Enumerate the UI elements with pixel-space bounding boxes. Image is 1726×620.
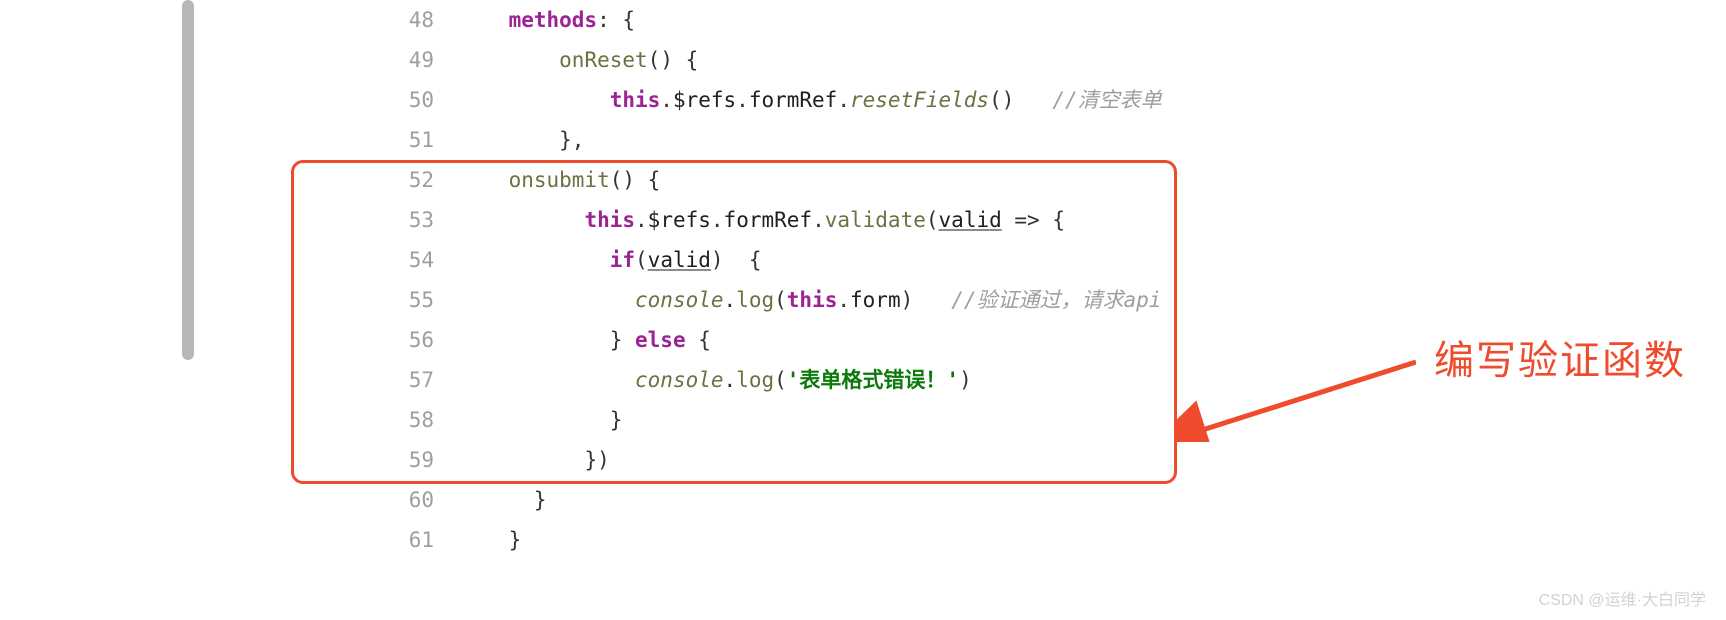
token-this: this (610, 88, 661, 112)
token-punct: : { (597, 8, 635, 32)
token-string: '表单格式错误！' (787, 368, 959, 392)
token-punct: . (635, 208, 648, 232)
code-line: this.$refs.formRef.resetFields() //清空表单 (458, 80, 1726, 120)
token-punct: () { (610, 168, 661, 192)
vertical-scrollbar[interactable] (180, 0, 196, 620)
token-keyword: else (635, 328, 686, 352)
code-line: this.$refs.formRef.validate(valid => { (458, 200, 1726, 240)
token-prop: formRef (749, 88, 838, 112)
token-param: valid (939, 208, 1002, 232)
token-punct: ) (959, 368, 972, 392)
code-line: console.log(this.form) //验证通过，请求api (458, 280, 1726, 320)
line-number-column: 48 49 50 51 52 53 54 55 56 57 58 59 60 6… (380, 0, 452, 560)
token-punct: . (660, 88, 673, 112)
code-line: }) (458, 440, 1726, 480)
line-number: 55 (380, 280, 434, 320)
token-punct: . (724, 288, 737, 312)
token-punct: } (610, 328, 635, 352)
token-method: resetFields (850, 88, 989, 112)
token-console: console (635, 368, 724, 392)
line-number: 56 (380, 320, 434, 360)
token-punct: . (711, 208, 724, 232)
token-punct: }, (559, 128, 584, 152)
token-method: log (736, 288, 774, 312)
watermark: CSDN @运维·大白同学 (1539, 586, 1706, 610)
token-comment: //清空表单 (1052, 88, 1161, 112)
code-line: onsubmit() { (458, 160, 1726, 200)
token-punct: ) (901, 288, 914, 312)
token-punct: . (837, 88, 850, 112)
token-punct: . (724, 368, 737, 392)
token-method: log (736, 368, 774, 392)
code-line: } (458, 480, 1726, 520)
line-number: 54 (380, 240, 434, 280)
token-keyword: if (610, 248, 635, 272)
token-prop: formRef (724, 208, 813, 232)
code-line: } (458, 400, 1726, 440)
scrollbar-thumb[interactable] (182, 0, 194, 360)
token-keyword: methods (509, 8, 598, 32)
line-number: 50 (380, 80, 434, 120)
code-line: methods: { (458, 0, 1726, 40)
line-number: 53 (380, 200, 434, 240)
token-punct: }) (584, 448, 609, 472)
code-line: console.log('表单格式错误！') (458, 360, 1726, 400)
token-var: valid (648, 248, 711, 272)
token-method: validate (825, 208, 926, 232)
token-comment: //验证通过，请求api (951, 288, 1161, 312)
token-punct: => { (1002, 208, 1065, 232)
token-punct: . (812, 208, 825, 232)
token-punct: ( (926, 208, 939, 232)
token-punct: } (610, 408, 623, 432)
token-punct: . (736, 88, 749, 112)
token-function: onReset (559, 48, 648, 72)
line-number: 51 (380, 120, 434, 160)
token-function: onsubmit (509, 168, 610, 192)
token-punct: { (686, 328, 711, 352)
line-number: 59 (380, 440, 434, 480)
code-line: onReset() { (458, 40, 1726, 80)
token-console: console (635, 288, 724, 312)
line-number: 61 (380, 520, 434, 560)
line-number: 58 (380, 400, 434, 440)
token-punct: () { (648, 48, 699, 72)
line-number: 60 (380, 480, 434, 520)
token-punct: } (509, 528, 522, 552)
line-number: 48 (380, 0, 434, 40)
token-punct: ) { (711, 248, 762, 272)
editor-gutter (0, 0, 180, 560)
line-number: 49 (380, 40, 434, 80)
token-this: this (787, 288, 838, 312)
token-punct: ( (774, 288, 787, 312)
token-prop: form (850, 288, 901, 312)
token-punct: () (989, 88, 1014, 112)
token-prop: $refs (673, 88, 736, 112)
code-line: } else { (458, 320, 1726, 360)
line-number: 57 (380, 360, 434, 400)
token-punct: } (534, 488, 547, 512)
code-editor: 48 49 50 51 52 53 54 55 56 57 58 59 60 6… (0, 0, 1726, 560)
code-content[interactable]: methods: { onReset() { this.$refs.formRe… (452, 0, 1726, 560)
token-prop: $refs (648, 208, 711, 232)
code-line: if(valid) { (458, 240, 1726, 280)
token-punct: ( (774, 368, 787, 392)
code-line: }, (458, 120, 1726, 160)
token-punct: ( (635, 248, 648, 272)
token-this: this (584, 208, 635, 232)
token-punct: . (837, 288, 850, 312)
line-number: 52 (380, 160, 434, 200)
code-line: } (458, 520, 1726, 560)
